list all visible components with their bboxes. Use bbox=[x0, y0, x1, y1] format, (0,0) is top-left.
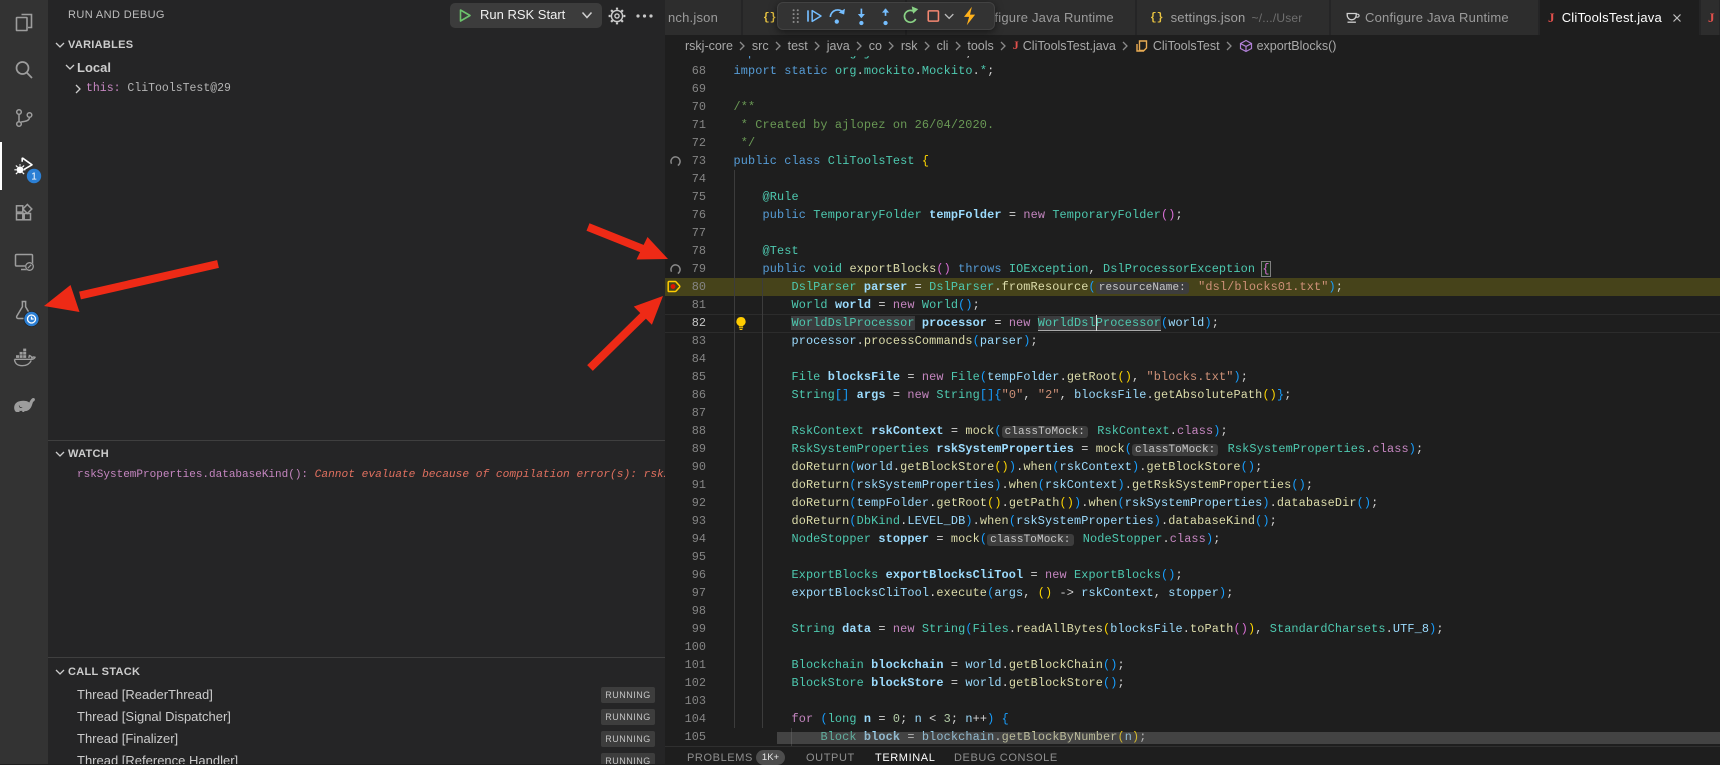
svg-text:1: 1 bbox=[31, 172, 37, 183]
